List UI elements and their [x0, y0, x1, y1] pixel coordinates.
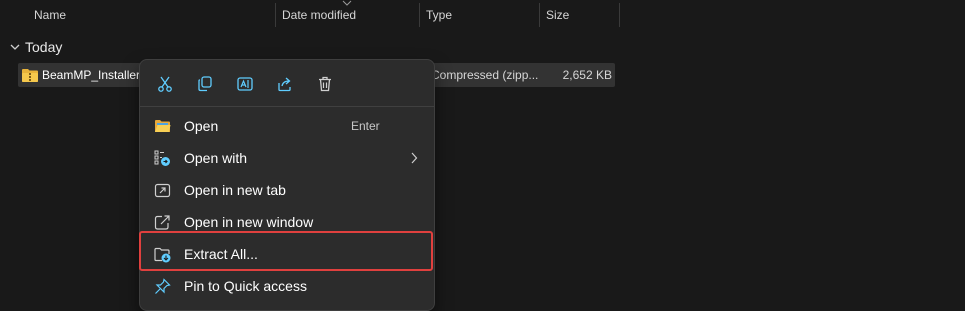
rename-icon	[237, 77, 253, 91]
trash-icon	[319, 76, 331, 92]
column-divider[interactable]	[539, 3, 540, 27]
pin-icon	[155, 278, 171, 294]
menu-item-label: Open with	[184, 150, 248, 166]
sort-caret-icon	[342, 0, 352, 6]
file-size: 2,652 KB	[562, 68, 612, 82]
column-divider[interactable]	[619, 3, 620, 27]
column-size-header[interactable]: Size	[546, 8, 569, 22]
context-menu: Open Enter Open with Open in new tab Ope…	[139, 59, 435, 311]
column-divider[interactable]	[275, 3, 276, 27]
new-window-icon	[154, 215, 170, 230]
folder-open-icon	[155, 120, 171, 132]
menu-item-open[interactable]: Open Enter	[144, 111, 430, 141]
highlight-box	[139, 231, 433, 271]
share-button[interactable]	[269, 70, 301, 98]
group-header-today[interactable]: Today	[9, 37, 62, 57]
menu-item-label: Open in new tab	[184, 182, 286, 198]
menu-item-pin-to-quick-access[interactable]: Pin to Quick access	[144, 271, 430, 301]
chevron-right-icon	[411, 152, 418, 164]
file-name: BeamMP_Installer	[42, 68, 141, 82]
copy-icon	[198, 76, 212, 92]
chevron-down-icon	[10, 44, 20, 50]
menu-item-label: Open in new window	[184, 214, 314, 230]
open-with-icon	[154, 150, 170, 166]
copy-button[interactable]	[189, 70, 221, 98]
column-divider[interactable]	[419, 3, 420, 27]
menu-item-open-in-new-tab[interactable]: Open in new tab	[144, 175, 430, 205]
menu-item-accelerator: Enter	[351, 119, 380, 133]
column-header: Name Date modified Type Size	[0, 0, 965, 31]
cut-icon	[158, 76, 172, 92]
group-label: Today	[25, 39, 63, 55]
menu-item-open-with[interactable]: Open with	[144, 143, 430, 173]
delete-button[interactable]	[309, 70, 341, 98]
rename-button[interactable]	[229, 70, 261, 98]
menu-item-label: Open	[184, 118, 219, 134]
menu-item-label: Pin to Quick access	[184, 278, 307, 294]
file-type: Compressed (zipp...	[431, 68, 539, 82]
new-tab-icon	[154, 183, 171, 198]
zip-folder-icon	[22, 69, 38, 82]
menu-separator	[140, 106, 434, 107]
column-type-header[interactable]: Type	[426, 8, 452, 22]
cut-button[interactable]	[149, 70, 181, 98]
share-icon	[278, 77, 291, 92]
column-date-header[interactable]: Date modified	[282, 8, 356, 22]
column-name-header[interactable]: Name	[34, 8, 66, 22]
